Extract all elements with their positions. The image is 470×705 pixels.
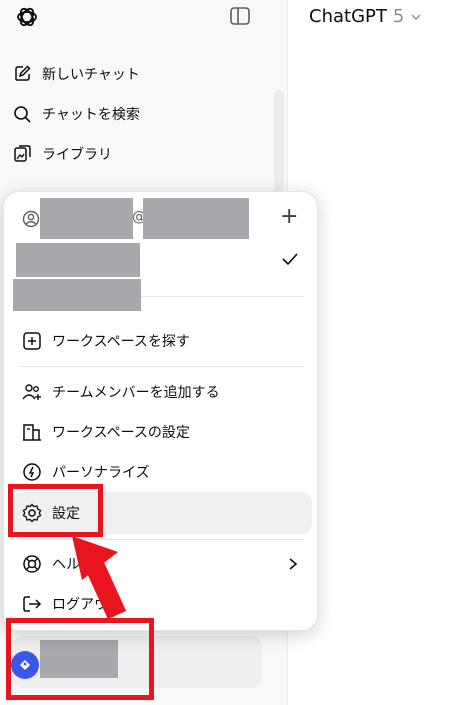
lifebuoy-icon bbox=[23, 555, 41, 573]
help-item[interactable]: ヘルプ bbox=[22, 547, 94, 581]
model-selector[interactable]: ChatGPT 5 bbox=[309, 6, 422, 27]
annotation-highlight-settings bbox=[8, 484, 103, 537]
chevron-down-icon bbox=[411, 13, 421, 20]
sidebar-item-label: 新しいチャット bbox=[42, 67, 140, 83]
logout-label: ログアウト bbox=[52, 597, 122, 613]
workspace-settings-label: ワークスペースの設定 bbox=[52, 425, 190, 441]
user-icon bbox=[22, 210, 40, 228]
add-member-item[interactable]: チームメンバーを追加する bbox=[22, 375, 220, 409]
divider bbox=[20, 366, 304, 367]
edit-icon bbox=[15, 65, 31, 81]
sidebar-item-search[interactable]: チャットを検索 bbox=[12, 98, 140, 130]
chevron-right-icon bbox=[289, 558, 298, 570]
building-icon bbox=[23, 424, 41, 441]
workspace-settings-item[interactable]: ワークスペースの設定 bbox=[22, 415, 190, 449]
plus-box-icon bbox=[23, 332, 41, 350]
logout-item[interactable]: ログアウト bbox=[22, 587, 122, 621]
divider bbox=[20, 539, 304, 540]
redacted-workspace-name bbox=[16, 243, 140, 277]
redacted-account-domain bbox=[143, 198, 249, 239]
sidebar-item-new-chat[interactable]: 新しいチャット bbox=[12, 58, 140, 90]
openai-logo-icon[interactable] bbox=[14, 4, 40, 30]
search-icon bbox=[14, 106, 31, 123]
sidebar-toggle-icon[interactable] bbox=[228, 5, 252, 27]
personalize-label: パーソナライズ bbox=[52, 465, 150, 481]
redacted-workspace-plan bbox=[13, 279, 141, 311]
personalize-icon bbox=[23, 463, 41, 481]
sidebar-item-label: チャットを検索 bbox=[42, 107, 140, 123]
add-account-button[interactable]: + bbox=[280, 204, 298, 229]
model-version: 5 bbox=[392, 6, 405, 27]
add-user-icon bbox=[22, 384, 41, 400]
library-icon bbox=[14, 145, 31, 162]
help-label: ヘルプ bbox=[52, 557, 94, 573]
sidebar-item-label: ライブラリ bbox=[42, 147, 112, 163]
redacted-account-name bbox=[40, 198, 133, 239]
find-workspace-label: ワークスペースを探す bbox=[52, 334, 190, 350]
logout-icon bbox=[23, 596, 42, 612]
check-icon bbox=[282, 253, 298, 266]
add-member-label: チームメンバーを追加する bbox=[52, 385, 220, 401]
find-workspace-item[interactable]: ワークスペースを探す bbox=[22, 324, 190, 358]
app-title: ChatGPT bbox=[309, 6, 387, 27]
annotation-highlight-profile bbox=[6, 618, 154, 700]
sidebar-item-library[interactable]: ライブラリ bbox=[12, 138, 112, 170]
